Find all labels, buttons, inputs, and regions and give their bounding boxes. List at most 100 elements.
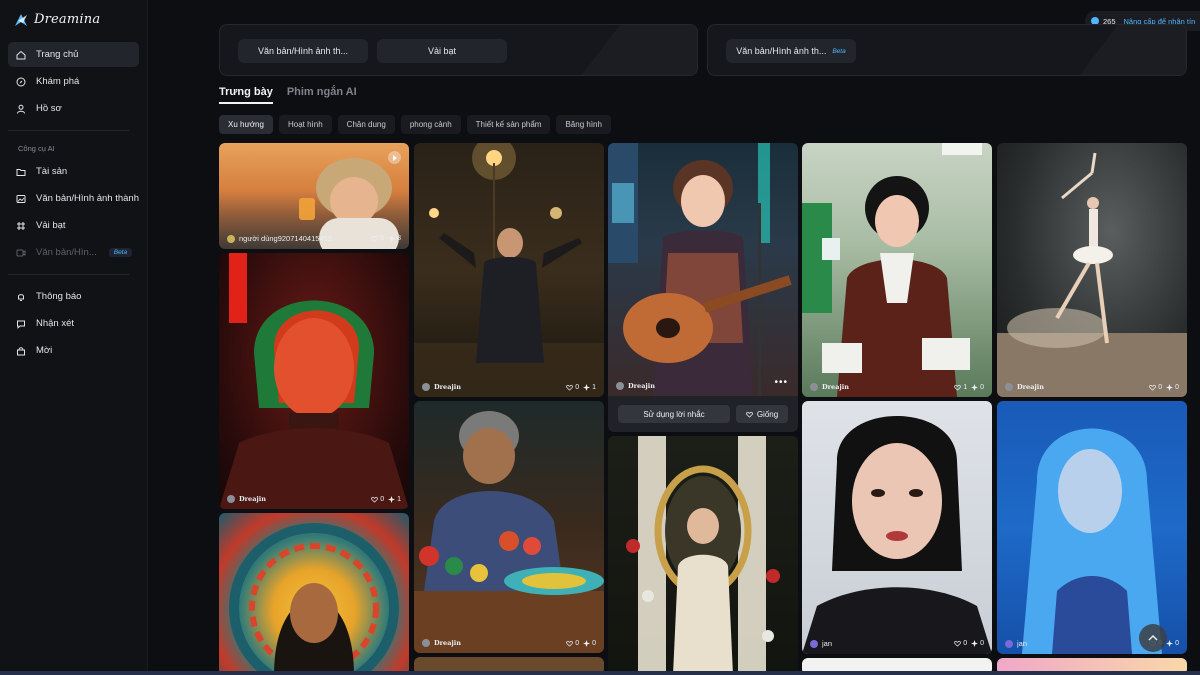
artwork-image [219, 513, 409, 675]
like-button[interactable]: Giống [736, 405, 788, 423]
gallery-card[interactable]: Dreajin 1 0 [802, 143, 992, 397]
like-count[interactable]: 0 [371, 496, 384, 503]
remix-count[interactable]: 0 [1166, 640, 1179, 647]
button-label: Văn bản/Hình ảnh th... [257, 46, 349, 56]
sidebar-item-explore[interactable]: Khám phá [8, 69, 139, 94]
sidebar-item-home[interactable]: Trang chủ [8, 42, 139, 67]
sparkle-icon [1166, 383, 1174, 391]
like-count[interactable]: 0 [1149, 384, 1162, 391]
filter-product-design[interactable]: Thiết kế sản phẩm [466, 115, 551, 134]
avatar [1005, 383, 1013, 391]
sidebar-item-assets[interactable]: Tài sản [8, 159, 139, 184]
gallery-card[interactable]: Dreajin 0 0 [997, 143, 1187, 397]
count: 0 [380, 495, 385, 503]
sidebar-item-invite[interactable]: Mời [8, 338, 139, 363]
sparkle-icon [583, 383, 591, 391]
filter-chips: Xu hướng Hoạt hình Chân dung phong cảnh … [219, 115, 611, 134]
remix-count[interactable]: 0 [971, 383, 984, 391]
gallery-card[interactable]: Dreajin 0 1 [219, 253, 409, 509]
avatar [810, 639, 818, 648]
avatar [227, 234, 235, 243]
like-count[interactable]: 5 [371, 235, 384, 242]
gallery-card[interactable]: Dreajin 0 0 [414, 401, 604, 653]
author-name[interactable]: Dreajin [822, 383, 950, 391]
count: 5 [380, 235, 385, 242]
gallery-card[interactable] [608, 436, 798, 675]
card-meta: jan 0 0 [810, 639, 984, 648]
app-name: Dreamina [34, 12, 101, 27]
avatar [422, 639, 430, 647]
like-count[interactable]: 0 [566, 640, 579, 647]
author-name[interactable]: Dreajin [1017, 383, 1145, 391]
card-meta: Dreajin 0 1 [422, 383, 596, 391]
gallery-card[interactable]: jan 0 0 [997, 401, 1187, 654]
artwork-image [414, 143, 604, 397]
button-label: Giống [756, 409, 779, 419]
canvas-button[interactable]: Vải bạt [377, 39, 507, 63]
author-name[interactable]: người dùng9207140415459 [239, 234, 367, 243]
filter-landscape[interactable]: phong cảnh [400, 115, 461, 134]
filter-animation[interactable]: Hoạt hình [278, 115, 332, 134]
remix-count[interactable]: 3 [388, 235, 401, 242]
folder-icon [16, 168, 26, 176]
sidebar-item-profile[interactable]: Hồ sơ [8, 96, 139, 121]
text-to-video-button[interactable]: Văn bản/Hình ảnh th... Beta [726, 39, 856, 63]
author-name[interactable]: jan [1017, 639, 1145, 648]
sidebar-item-notifications[interactable]: Thông báo [8, 284, 139, 309]
text-to-image-button[interactable]: Văn bản/Hình ảnh th... [238, 39, 368, 63]
remix-count[interactable]: 1 [583, 383, 596, 391]
artwork-image [997, 143, 1187, 397]
dreamina-logo-icon [15, 13, 27, 26]
artwork-image [608, 143, 798, 396]
sidebar-item-feedback[interactable]: Nhận xét [8, 311, 139, 336]
filter-portrait[interactable]: Chân dung [337, 115, 395, 134]
gallery-card[interactable]: người dùng9207140415459 5 3 [219, 143, 409, 249]
sparkle-icon [971, 383, 979, 391]
sidebar-item-label: Trang chủ [36, 49, 79, 60]
filter-trending[interactable]: Xu hướng [219, 115, 273, 134]
remix-count[interactable]: 0 [971, 640, 984, 647]
beta-badge: Beta [108, 248, 133, 257]
sidebar-item-canvas[interactable]: Vải bạt [8, 213, 139, 238]
author-name[interactable]: Dreajin [434, 639, 562, 647]
use-prompt-button[interactable]: Sử dụng lời nhắc [618, 405, 730, 423]
gallery-card[interactable]: Dreajin ••• [608, 143, 798, 396]
artwork-shapes [1022, 428, 1162, 654]
sidebar-item-text-to-video[interactable]: Văn bản/Hìn... Beta [8, 240, 139, 265]
filter-video[interactable]: Băng hình [556, 115, 611, 134]
artwork-shapes [802, 143, 982, 397]
author-name[interactable]: Dreajin [434, 383, 562, 391]
more-options-icon[interactable]: ••• [774, 377, 788, 388]
author-name[interactable]: Dreajin [628, 382, 790, 390]
scroll-to-top-button[interactable] [1139, 624, 1167, 652]
remix-count[interactable]: 0 [1166, 383, 1179, 391]
sparkle-icon [388, 495, 396, 503]
like-count[interactable]: 0 [566, 384, 579, 391]
sidebar-item-text-to-image[interactable]: Văn bản/Hình ảnh thành h [8, 186, 139, 211]
gallery-card[interactable]: Dreajin 0 1 [414, 143, 604, 397]
sparkle-icon [1166, 640, 1174, 647]
remix-count[interactable]: 0 [583, 639, 596, 647]
tab-ai-short-film[interactable]: Phim ngắn AI [287, 86, 357, 104]
count: 0 [980, 640, 984, 647]
like-count[interactable]: 0 [954, 640, 967, 647]
bottom-edge [0, 671, 1200, 675]
like-count[interactable]: 1 [954, 384, 967, 391]
gallery-card[interactable] [219, 513, 409, 675]
author-name[interactable]: Dreajin [239, 495, 367, 503]
sidebar-item-label: Văn bản/Hìn... [36, 247, 97, 258]
remix-count[interactable]: 1 [388, 495, 401, 503]
chevron-up-icon [1148, 634, 1158, 641]
avatar [227, 495, 235, 503]
button-label: Vải bạt [427, 46, 457, 56]
artwork-image [802, 401, 992, 654]
user-icon [17, 104, 25, 114]
heart-icon [954, 640, 962, 647]
gallery-card[interactable]: jan 0 0 [802, 401, 992, 654]
tab-showcase[interactable]: Trưng bày [219, 86, 273, 104]
artwork-image [802, 143, 992, 397]
compass-icon [16, 77, 26, 86]
author-name[interactable]: jan [822, 639, 950, 648]
count: 0 [1175, 640, 1179, 647]
app-logo[interactable]: Dreamina [14, 12, 100, 27]
